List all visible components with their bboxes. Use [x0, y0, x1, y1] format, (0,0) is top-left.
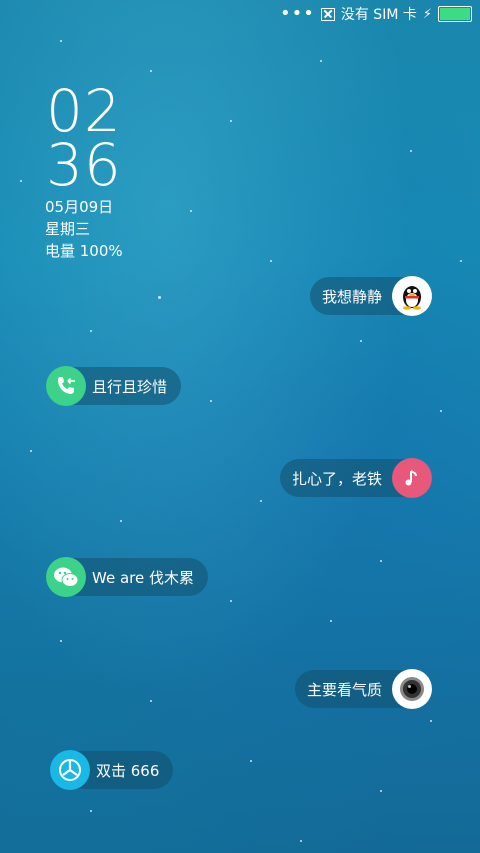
notification-bubble[interactable]: 扎心了，老铁: [279, 458, 432, 498]
notification-text: 主要看气质: [306, 680, 382, 699]
sim-status-text: 没有 SIM 卡: [340, 7, 417, 23]
music-note-icon: [392, 458, 432, 498]
notification-bubble[interactable]: 我想静静: [309, 276, 432, 316]
more-notifications-icon: •••: [280, 3, 315, 24]
battery-text: 电量 100%: [45, 242, 123, 260]
status-bar: ••• 没有 SIM 卡 ⚡: [0, 0, 480, 28]
notification-text: We are 伐木累: [92, 568, 194, 587]
notification-text: 扎心了，老铁: [291, 469, 382, 488]
notification-bubble[interactable]: We are 伐木累: [46, 557, 208, 597]
qq-penguin-icon: [392, 276, 432, 316]
battery-icon: [438, 6, 472, 22]
lock-clock: 02 36: [46, 77, 122, 199]
pinwheel-icon: [50, 750, 90, 790]
date-text: 05月09日: [45, 198, 114, 216]
notification-text: 且行且珍惜: [92, 377, 168, 396]
notification-bubble[interactable]: 且行且珍惜: [46, 366, 182, 406]
notification-bubble[interactable]: 双击 666: [50, 750, 174, 790]
notification-text: 双击 666: [96, 761, 160, 780]
charging-icon: ⚡: [422, 6, 432, 22]
clock-minute: 36: [46, 131, 122, 199]
no-sim-icon: [320, 7, 335, 21]
weekday-text: 星期三: [45, 220, 91, 238]
wechat-icon: [46, 557, 86, 597]
battery-level-fill: [440, 8, 470, 20]
notification-bubble[interactable]: 主要看气质: [294, 669, 432, 709]
phone-call-icon: [46, 366, 86, 406]
camera-lens-icon: [392, 669, 432, 709]
notification-text: 我想静静: [321, 287, 382, 306]
date-info: 05月09日 星期三 电量 100%: [45, 196, 123, 262]
clock-hour: 02: [46, 77, 122, 145]
